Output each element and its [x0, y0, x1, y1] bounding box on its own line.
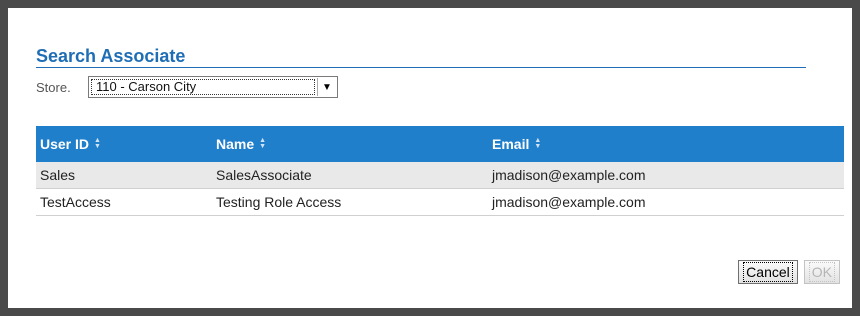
ok-button[interactable]: OK	[803, 260, 840, 284]
sort-icon: ▲ ▼	[259, 137, 267, 150]
search-associate-dialog: Search Associate Store. 110 - Carson Cit…	[8, 8, 852, 308]
table-header: User ID ▲ ▼ Name ▲ ▼ Email ▲ ▼	[36, 126, 844, 162]
associates-table: User ID ▲ ▼ Name ▲ ▼ Email ▲ ▼ Sales SalesA…	[36, 126, 844, 216]
dialog-buttons: Cancel OK	[738, 260, 840, 284]
table-row[interactable]: TestAccess Testing Role Access jmadison@…	[36, 189, 844, 216]
cell-email: jmadison@example.com	[492, 194, 646, 210]
store-select[interactable]: 110 - Carson City ▼	[88, 76, 338, 98]
cell-name: SalesAssociate	[216, 167, 312, 183]
store-select-value: 110 - Carson City	[91, 79, 315, 95]
chevron-down-icon[interactable]: ▼	[317, 78, 336, 96]
column-header-label: User ID	[40, 136, 90, 152]
column-header-email[interactable]: Email ▲ ▼	[488, 136, 844, 152]
column-header-user-id[interactable]: User ID ▲ ▼	[36, 136, 212, 152]
title-divider	[36, 67, 806, 68]
cancel-button[interactable]: Cancel	[738, 260, 798, 284]
column-header-label: Email	[492, 136, 530, 152]
cancel-button-label: Cancel	[743, 262, 793, 282]
column-header-name[interactable]: Name ▲ ▼	[212, 136, 488, 152]
cell-name: Testing Role Access	[216, 194, 342, 210]
column-header-label: Name	[216, 136, 255, 152]
cell-email: jmadison@example.com	[492, 167, 646, 183]
cell-user-id: Sales	[40, 167, 76, 183]
cell-user-id: TestAccess	[40, 194, 111, 210]
dialog-title: Search Associate	[36, 46, 186, 66]
store-label: Store.	[36, 80, 71, 95]
table-row[interactable]: Sales SalesAssociate jmadison@example.co…	[36, 162, 844, 189]
ok-button-label: OK	[808, 262, 835, 282]
sort-icon: ▲ ▼	[534, 137, 542, 150]
sort-icon: ▲ ▼	[94, 137, 101, 150]
